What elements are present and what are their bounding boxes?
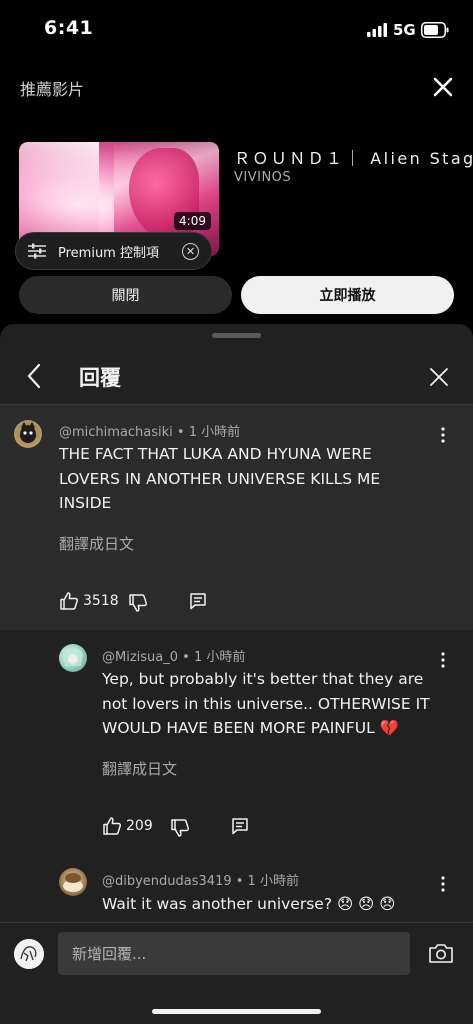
thumb-down-icon[interactable] (170, 818, 190, 838)
avatar[interactable] (59, 644, 87, 672)
thumb-up-icon[interactable] (102, 816, 122, 836)
translate-link[interactable]: 翻譯成日文 (102, 758, 177, 779)
drag-handle[interactable] (212, 333, 261, 338)
comment-text: Wait it was another universe? 😞 😞 😞 (102, 895, 396, 913)
video-duration: 4:09 (174, 212, 211, 230)
recommended-title: 推薦影片 (20, 80, 85, 99)
avatar-art (63, 873, 83, 892)
status-time: 6:41 (44, 17, 94, 39)
avatar-art (14, 939, 44, 969)
battery-icon (421, 22, 449, 38)
comment-text: THE FACT THAT LUKA AND HYUNA WERE LOVERS… (59, 445, 381, 512)
thumb-up-icon[interactable] (59, 591, 79, 611)
reply-input[interactable] (58, 932, 410, 975)
avatar[interactable] (14, 939, 44, 969)
close-icon[interactable] (431, 75, 455, 99)
video-channel[interactable]: VIVINOS (234, 170, 291, 185)
avatar[interactable] (59, 868, 87, 896)
avatar-art (63, 648, 83, 666)
close-button[interactable]: 關閉 (19, 276, 232, 314)
comment-reply-icon[interactable] (231, 817, 249, 835)
comment-meta: @michimachasiki • 1 小時前 (59, 425, 241, 440)
close-icon[interactable]: ✕ (182, 242, 199, 260)
comment-reply-icon[interactable] (189, 592, 207, 610)
avatar[interactable] (14, 420, 42, 448)
play-now-button[interactable]: 立即播放 (241, 276, 454, 314)
thumb-down-icon[interactable] (128, 593, 148, 613)
replies-sheet: 回覆 @michimachasiki • 1 小時前 THE FACT THAT… (0, 324, 473, 1024)
status-bar: 6:41 5G (0, 0, 473, 58)
video-title[interactable]: ＲＯＵＮＤ１｜ Alien Stage (234, 145, 473, 169)
like-count: 209 (126, 818, 153, 834)
more-vert-icon[interactable] (440, 427, 446, 443)
parent-comment: @michimachasiki • 1 小時前 THE FACT THAT LU… (0, 405, 473, 630)
more-vert-icon[interactable] (440, 652, 446, 668)
more-vert-icon[interactable] (440, 876, 446, 892)
home-indicator[interactable] (152, 1009, 321, 1014)
signal-icon (367, 23, 387, 37)
camera-icon[interactable] (428, 942, 454, 964)
comment-meta: @dibyendudas3419 • 1 小時前 (102, 874, 299, 889)
comment-meta: @Mizisua_0 • 1 小時前 (102, 650, 246, 665)
avatar-art (20, 421, 36, 443)
premium-chip-label: Premium 控制項 (58, 245, 159, 261)
reply-composer (0, 922, 473, 1024)
tune-icon (28, 243, 46, 259)
replies-list: @Mizisua_0 • 1 小時前 Yep, but probably it'… (0, 630, 473, 922)
like-count: 3518 (83, 593, 119, 609)
sheet-title: 回覆 (79, 366, 121, 390)
chevron-left-icon[interactable] (24, 362, 44, 390)
translate-link[interactable]: 翻譯成日文 (59, 533, 134, 554)
network-label: 5G (393, 21, 416, 39)
close-icon[interactable] (428, 366, 450, 388)
premium-controls-chip[interactable]: Premium 控制項 ✕ (15, 232, 212, 270)
comment-text: Yep, but probably it's better that they … (102, 670, 430, 737)
